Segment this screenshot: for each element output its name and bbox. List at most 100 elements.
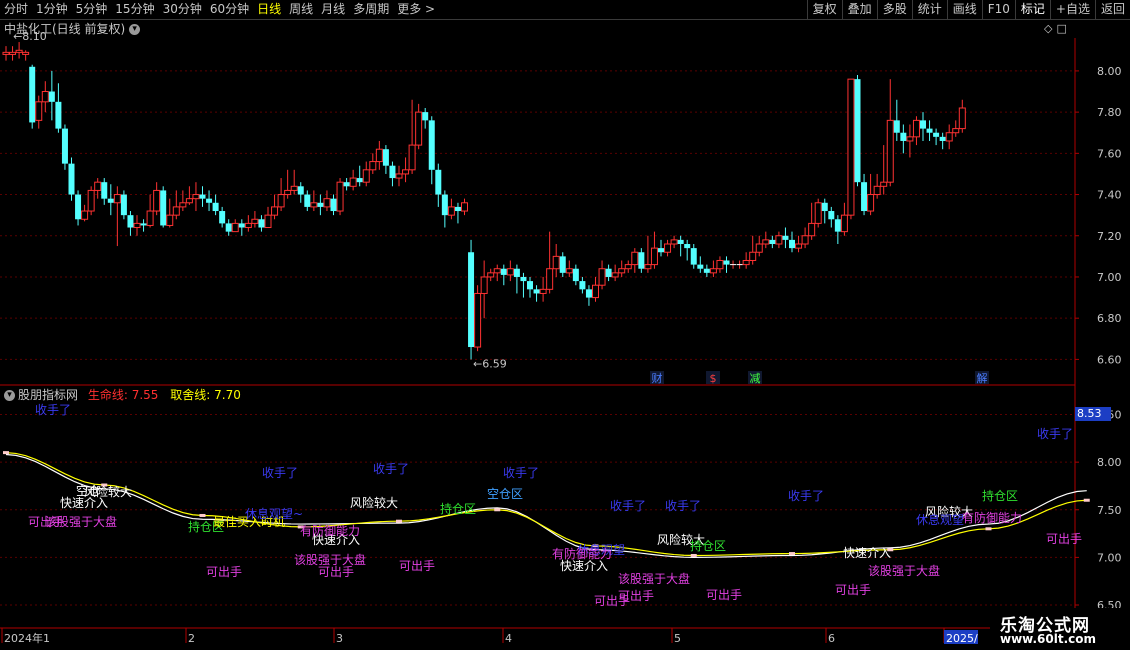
time-label: 5 <box>674 632 681 645</box>
candle-body <box>310 202 318 208</box>
candle-body <box>834 219 841 232</box>
candle-body <box>219 211 226 224</box>
candle-body <box>821 202 828 212</box>
candle-body <box>9 51 17 55</box>
candle-body <box>500 268 507 275</box>
candle-body <box>539 288 547 294</box>
candle-body <box>945 132 953 142</box>
candle-body <box>592 284 599 299</box>
candle-body <box>304 194 311 207</box>
candle-body <box>749 251 757 261</box>
candle-body <box>658 248 664 253</box>
candle-body <box>75 194 82 220</box>
indicator-annotation: 持仓区 <box>982 488 1018 503</box>
candle-body <box>107 198 114 203</box>
candle-body <box>160 190 167 226</box>
candle-body <box>926 128 933 133</box>
y-tick-label: 7.40 <box>1097 189 1122 202</box>
price-badge: 8.53 <box>1075 407 1111 421</box>
candle-body <box>861 182 868 212</box>
candle-body <box>231 222 239 233</box>
candle-body <box>120 194 127 216</box>
candle-body <box>618 268 626 274</box>
candle-body <box>782 235 789 240</box>
indicator-annotation: 有防御能力 <box>300 523 360 538</box>
event-marker: $ <box>710 372 717 385</box>
high-label: ←8.10 <box>13 30 47 43</box>
time-label: 2 <box>188 632 195 645</box>
candle-body <box>454 206 461 212</box>
candle-body <box>153 189 161 212</box>
candle-body <box>362 169 370 183</box>
candle-body <box>847 78 855 216</box>
candle-body <box>290 185 298 191</box>
indicator-annotation: 可出手 <box>399 559 435 573</box>
candle-body <box>769 239 776 244</box>
candle-body <box>356 178 363 183</box>
indicator-dot <box>1083 498 1090 502</box>
candle-body <box>343 182 350 187</box>
candle-body <box>172 206 180 216</box>
candle-body <box>520 276 527 282</box>
indicator-y-label: 7.00 <box>1097 551 1122 564</box>
candle-body <box>55 101 62 129</box>
candle-body <box>68 163 75 195</box>
candle-body <box>638 252 645 269</box>
indicator-header: ▾ 股朋指标网 生命线: 7.55 取舍线: 7.70 <box>0 387 241 403</box>
candle-body <box>382 149 389 166</box>
site-logo: 乐淘公式网 www.60lt.com <box>990 608 1130 650</box>
candle-body <box>533 289 540 294</box>
indicator-annotation: 可出手 <box>618 589 654 603</box>
indicator-annotation: 持仓区 <box>440 501 476 516</box>
y-tick-label: 7.20 <box>1097 230 1122 243</box>
indicator-dot <box>494 508 501 512</box>
candle-body <box>873 185 881 196</box>
candle-body <box>225 223 232 232</box>
candle-body <box>2 51 10 55</box>
candle-body <box>565 268 573 274</box>
decision-line-label: 取舍线: <box>170 388 211 402</box>
candle-body <box>742 259 750 266</box>
candle-body <box>185 198 193 204</box>
candle-body <box>284 189 292 196</box>
event-marker: 解 <box>977 371 988 385</box>
candle-body <box>690 248 697 265</box>
candle-body <box>395 173 403 179</box>
indicator-annotation: 可出手 <box>706 588 742 602</box>
candle-body <box>709 268 717 274</box>
candle-body <box>644 264 652 270</box>
y-tick-label: 6.60 <box>1097 353 1122 366</box>
indicator-annotation: 收手了 <box>610 499 646 513</box>
indicator-annotation: 可出手 <box>1046 532 1082 546</box>
indicator-annotation: 休息观望~ <box>245 506 303 521</box>
candle-body <box>605 268 612 277</box>
y-tick-label: 8.00 <box>1097 65 1122 78</box>
candle-body <box>716 259 724 270</box>
candle-body <box>808 222 816 237</box>
time-label: 3 <box>336 632 343 645</box>
candle-body <box>133 222 141 229</box>
candle-body <box>775 235 783 245</box>
candle-body <box>277 194 285 208</box>
candle-body <box>474 292 482 348</box>
low-label: ←6.59 <box>473 357 507 370</box>
indicator-dot <box>396 519 402 523</box>
candle-body <box>428 120 435 170</box>
candle-body <box>664 243 672 253</box>
event-marker: 减 <box>750 372 761 385</box>
candle-body <box>461 202 468 212</box>
indicator-annotation: 快速介入 <box>60 496 108 510</box>
candle-body <box>101 182 108 199</box>
candle-body <box>723 260 730 265</box>
candle-body <box>87 189 95 212</box>
candle-body <box>113 194 121 204</box>
candle-body <box>179 202 187 208</box>
candle-body <box>402 169 410 175</box>
candle-body <box>41 91 49 103</box>
candle-body <box>814 202 822 224</box>
candle-body <box>795 243 803 249</box>
candle-body <box>493 268 501 274</box>
candle-body <box>585 289 592 298</box>
indicator-annotation: 收手了 <box>1037 427 1073 441</box>
chevron-down-icon[interactable]: ▾ <box>4 390 15 401</box>
